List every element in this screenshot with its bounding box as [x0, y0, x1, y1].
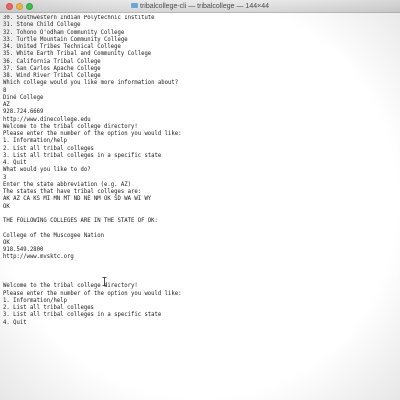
- terminal-output[interactable]: 30. Southwestern Indian Polytechnic Inst…: [3, 15, 397, 400]
- window-title: tribalcollege-cli — tribalcollege — 144×…: [140, 3, 269, 10]
- window-title-wrap: tribalcollege-cli — tribalcollege — 144×…: [0, 0, 400, 13]
- title-bar: tribalcollege-cli — tribalcollege — 144×…: [0, 0, 400, 13]
- terminal-window: tribalcollege-cli — tribalcollege — 144×…: [0, 0, 400, 400]
- terminal-line: 4. Quit: [3, 318, 27, 326]
- folder-icon: [131, 2, 138, 8]
- i-beam-cursor-icon: [102, 277, 107, 286]
